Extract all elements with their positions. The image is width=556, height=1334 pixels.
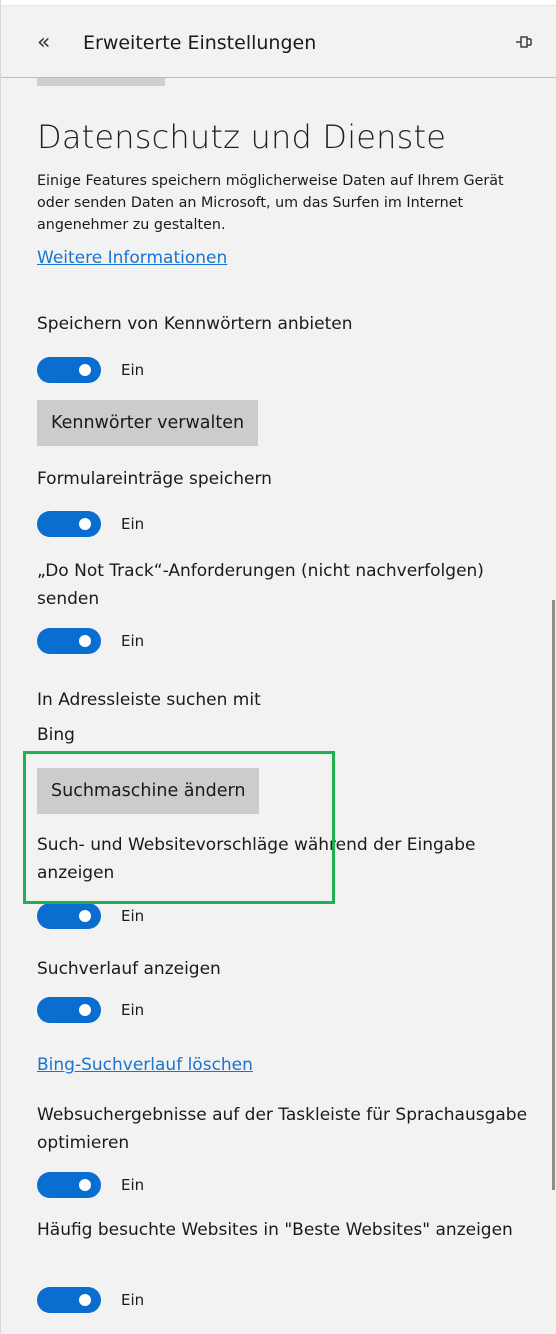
pin-icon[interactable]: [513, 32, 533, 52]
search-history-toggle-row: Ein: [37, 997, 144, 1023]
save-passwords-setting: Speichern von Kennwörtern anbieten: [37, 310, 537, 338]
do-not-track-toggle[interactable]: [37, 628, 101, 654]
change-search-engine-button[interactable]: Suchmaschine ändern: [37, 768, 260, 814]
address-bar-search-label: In Adressleiste suchen mit: [37, 690, 261, 710]
toggle-state-label: Ein: [121, 1291, 145, 1309]
save-passwords-toggle[interactable]: [37, 357, 101, 383]
toggle-knob: [79, 1004, 91, 1016]
taskbar-search-toggle-row: Ein: [37, 1172, 144, 1198]
toggle-state-label: Ein: [121, 515, 145, 533]
form-entries-setting: Formulareinträge speichern: [37, 465, 537, 493]
window-top-edge: [1, 0, 556, 6]
settings-panel: « Erweiterte Einstellungen Datenschutz u…: [0, 0, 556, 1334]
save-passwords-label: Speichern von Kennwörtern anbieten: [37, 314, 353, 334]
section-title: Datenschutz und Dienste: [37, 118, 447, 156]
save-passwords-toggle-row: Ein: [37, 357, 144, 383]
do-not-track-setting: „Do Not Track“-Anforderungen (nicht nach…: [37, 557, 537, 613]
more-info-link[interactable]: Weitere Informationen: [37, 248, 227, 268]
toggle-state-label: Ein: [121, 632, 145, 650]
manage-passwords-button[interactable]: Kennwörter verwalten: [37, 400, 259, 446]
toggle-knob: [79, 910, 91, 922]
toggle-state-label: Ein: [121, 907, 145, 925]
search-suggestions-toggle[interactable]: [37, 903, 101, 929]
toggle-knob: [79, 364, 91, 376]
taskbar-search-toggle[interactable]: [37, 1172, 101, 1198]
section-description: Einige Features speichern möglicherweise…: [37, 173, 504, 233]
toggle-knob: [79, 518, 91, 530]
panel-header: « Erweiterte Einstellungen: [1, 8, 556, 78]
search-engine-value: Bing: [37, 725, 75, 745]
privacy-section: Datenschutz und Dienste Einige Features …: [37, 118, 537, 236]
taskbar-search-setting: Websuchergebnisse auf der Taskleiste für…: [37, 1101, 537, 1157]
search-suggestions-label: Such- und Websitevorschläge während der …: [37, 835, 476, 883]
scrollbar-thumb[interactable]: [552, 600, 555, 1190]
partially-visible-button[interactable]: [37, 78, 165, 86]
do-not-track-label: „Do Not Track“-Anforderungen (nicht nach…: [37, 561, 484, 609]
search-suggestions-setting: Such- und Websitevorschläge während der …: [37, 831, 537, 887]
do-not-track-toggle-row: Ein: [37, 628, 144, 654]
search-history-toggle[interactable]: [37, 997, 101, 1023]
toggle-state-label: Ein: [121, 1001, 145, 1019]
toggle-knob: [79, 635, 91, 647]
top-sites-label: Häufig besuchte Websites in "Beste Websi…: [37, 1220, 513, 1240]
toggle-state-label: Ein: [121, 361, 145, 379]
double-chevron-left-icon[interactable]: «: [37, 31, 67, 54]
form-entries-toggle[interactable]: [37, 511, 101, 537]
panel-title: Erweiterte Einstellungen: [83, 31, 317, 54]
clear-bing-history-link[interactable]: Bing-Suchverlauf löschen: [37, 1055, 253, 1075]
search-history-label: Suchverlauf anzeigen: [37, 959, 221, 979]
toggle-knob: [79, 1179, 91, 1191]
form-entries-toggle-row: Ein: [37, 511, 144, 537]
top-sites-toggle[interactable]: [37, 1287, 101, 1313]
search-history-setting: Suchverlauf anzeigen: [37, 955, 537, 983]
toggle-knob: [79, 1294, 91, 1306]
form-entries-label: Formulareinträge speichern: [37, 469, 272, 489]
toggle-state-label: Ein: [121, 1176, 145, 1194]
top-sites-toggle-row: Ein: [37, 1287, 144, 1313]
taskbar-search-label: Websuchergebnisse auf der Taskleiste für…: [37, 1105, 528, 1153]
search-suggestions-toggle-row: Ein: [37, 903, 144, 929]
address-bar-search-setting: In Adressleiste suchen mit: [37, 686, 537, 714]
top-sites-setting: Häufig besuchte Websites in "Beste Websi…: [37, 1216, 537, 1244]
